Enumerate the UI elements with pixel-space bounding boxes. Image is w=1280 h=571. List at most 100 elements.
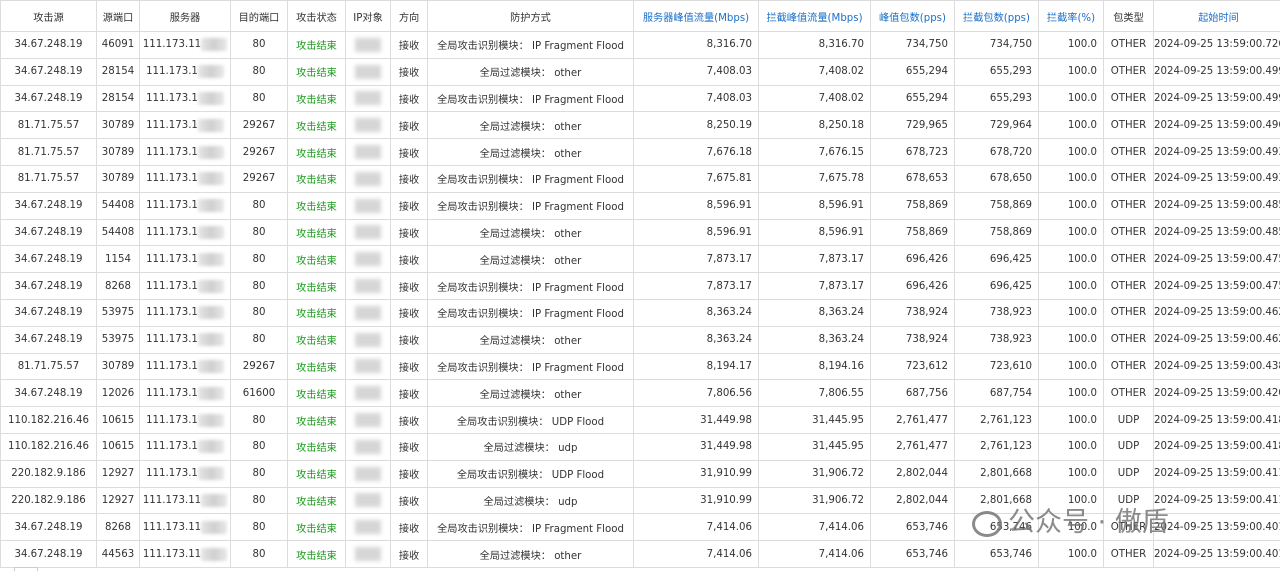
server-ip-text: 111.173.1 (146, 119, 198, 131)
table-row[interactable]: 34.67.248.19 1154 111.173.1 80 攻击结束 接收 全局过滤模块：… (0, 245, 1280, 274)
table-header-row: 攻击源 源端口 服务器 目的端口 攻击状态 IP对象 方向 防护方式 服务器峰值流量(Mbps)… (0, 0, 1280, 32)
column-header-block-pkts[interactable]: 拦截包数(pps) (954, 0, 1039, 32)
table-row[interactable]: 34.67.248.19 28154 111.173.1 80 攻击结束 接收 全局过滤模块… (0, 57, 1280, 86)
table-row[interactable]: 220.182.9.186 12927 111.173.1 80 攻击结束 接收 全局攻击识… (0, 459, 1280, 488)
cell-peak-pkts: 2,761,477 (870, 432, 955, 461)
cell-protect: 全局攻击识别模块： IP Fragment Flood (427, 298, 634, 327)
cell-status: 攻击结束 (287, 379, 346, 408)
table-row[interactable]: 81.71.75.57 30789 111.173.1 29267 攻击结束 接收 全局攻击… (0, 164, 1280, 193)
cell-block-peak: 8,363.24 (758, 298, 871, 327)
table-row[interactable]: 81.71.75.57 30789 111.173.1 29267 攻击结束 接收 全局攻击… (0, 352, 1280, 381)
table-row[interactable]: 34.67.248.19 46091 111.173.11 80 攻击结束 接收 全局攻击识… (0, 31, 1280, 59)
cell-peak-pkts: 696,426 (870, 272, 955, 300)
cell-start-time: 2024-09-25 13:59:00.475 (1153, 272, 1280, 300)
column-header-peak-pkts[interactable]: 峰值包数(pps) (870, 0, 955, 32)
cell-ip-obj (345, 31, 391, 59)
cell-dst-port: 80 (230, 406, 288, 434)
cell-server: 111.173.1 (139, 432, 231, 461)
table-row[interactable]: 34.67.248.19 28154 111.173.1 80 攻击结束 接收 全局攻击识别… (0, 84, 1280, 113)
cell-block-rate: 100.0 (1038, 218, 1104, 247)
cell-block-peak: 8,596.91 (758, 218, 871, 247)
cell-protect: 全局攻击识别模块： UDP Flood (427, 459, 634, 488)
cell-block-peak: 8,363.24 (758, 325, 871, 354)
column-header-attack-src: 攻击源 (0, 0, 97, 32)
table-row[interactable]: 34.67.248.19 44563 111.173.11 80 攻击结束 接收 全局过滤模… (0, 540, 1280, 568)
cell-attack-src: 81.71.75.57 (0, 164, 97, 193)
cell-protect: 全局攻击识别模块： IP Fragment Flood (427, 513, 634, 542)
cell-start-time: 2024-09-25 13:59:00.418 (1153, 406, 1280, 434)
cell-server-peak: 7,414.06 (633, 513, 759, 542)
cell-server-peak: 8,194.17 (633, 352, 759, 381)
cell-server-peak: 7,408.03 (633, 84, 759, 113)
server-ip-text: 111.173.1 (146, 146, 198, 158)
cell-start-time: 2024-09-25 13:59:00.493 (1153, 164, 1280, 193)
cell-ip-obj (345, 245, 391, 274)
column-header-server-peak[interactable]: 服务器峰值流量(Mbps) (633, 0, 759, 32)
cell-peak-pkts: 734,750 (870, 31, 955, 59)
cell-pkt-type: OTHER (1103, 379, 1154, 408)
cell-src-port: 54408 (96, 191, 140, 220)
table-row[interactable]: 110.182.216.46 10615 111.173.1 80 攻击结束 接收 全局过滤… (0, 432, 1280, 461)
cell-direction: 接收 (390, 406, 428, 434)
cell-protect: 全局过滤模块： other (427, 111, 634, 140)
redacted-ip-object (355, 466, 381, 481)
cell-pkt-type: OTHER (1103, 84, 1154, 113)
redacted-ip-object (355, 413, 381, 428)
cell-block-pkts: 758,869 (954, 218, 1039, 247)
cell-start-time: 2024-09-25 13:59:00.493 (1153, 138, 1280, 166)
cell-attack-src: 34.67.248.19 (0, 379, 97, 408)
cell-block-pkts: 678,650 (954, 164, 1039, 193)
server-ip-text: 111.173.11 (142, 548, 202, 560)
cell-attack-src: 34.67.248.19 (0, 57, 97, 86)
table-row[interactable]: 34.67.248.19 54408 111.173.1 80 攻击结束 接收 全局攻击识别… (0, 191, 1280, 220)
table-row[interactable]: 34.67.248.19 54408 111.173.1 80 攻击结束 接收 全局过滤模块… (0, 218, 1280, 247)
cell-attack-src: 81.71.75.57 (0, 138, 97, 166)
cell-direction: 接收 (390, 245, 428, 274)
table-row[interactable]: 34.67.248.19 12026 111.173.1 61600 攻击结束 接收 全局过… (0, 379, 1280, 408)
cell-status: 攻击结束 (287, 459, 346, 488)
column-header-block-peak[interactable]: 拦截峰值流量(Mbps) (758, 0, 871, 32)
cell-status: 攻击结束 (287, 486, 346, 515)
redacted-server-suffix (197, 172, 224, 186)
cell-server: 111.173.1 (139, 191, 231, 220)
cell-server-peak: 31,449.98 (633, 406, 759, 434)
cell-protect: 全局过滤模块： other (427, 57, 634, 86)
table-row[interactable]: 34.67.248.19 53975 111.173.1 80 攻击结束 接收 全局过滤模块… (0, 325, 1280, 354)
cell-server-peak: 8,363.24 (633, 325, 759, 354)
table-row[interactable]: 81.71.75.57 30789 111.173.1 29267 攻击结束 接收 全局过滤… (0, 138, 1280, 166)
page-size-select[interactable] (14, 567, 38, 571)
pagination-footer (0, 565, 1280, 571)
cell-server: 111.173.1 (139, 218, 231, 247)
redacted-ip-object (355, 493, 381, 508)
table-row[interactable]: 81.71.75.57 30789 111.173.1 29267 攻击结束 接收 全局过滤… (0, 111, 1280, 140)
cell-src-port: 12026 (96, 379, 140, 408)
cell-direction: 接收 (390, 31, 428, 59)
cell-server: 111.173.1 (139, 245, 231, 274)
redacted-ip-object (355, 252, 381, 267)
cell-status: 攻击结束 (287, 432, 346, 461)
column-header-block-rate[interactable]: 拦截率(%) (1038, 0, 1104, 32)
cell-pkt-type: UDP (1103, 459, 1154, 488)
cell-server: 111.173.1 (139, 57, 231, 86)
cell-attack-src: 34.67.248.19 (0, 272, 97, 300)
column-header-start-time[interactable]: 起始时间 (1153, 0, 1280, 32)
cell-pkt-type: OTHER (1103, 325, 1154, 354)
cell-pkt-type: OTHER (1103, 111, 1154, 140)
cell-status: 攻击结束 (287, 406, 346, 434)
redacted-server-suffix (197, 467, 224, 481)
cell-server-peak: 31,449.98 (633, 432, 759, 461)
table-row[interactable]: 220.182.9.186 12927 111.173.11 80 攻击结束 接收 全局过滤… (0, 486, 1280, 515)
cell-block-rate: 100.0 (1038, 298, 1104, 327)
cell-direction: 接收 (390, 138, 428, 166)
table-row[interactable]: 110.182.216.46 10615 111.173.1 80 攻击结束 接收 全局攻击… (0, 406, 1280, 434)
column-header-dst-port: 目的端口 (230, 0, 288, 32)
table-row[interactable]: 34.67.248.19 53975 111.173.1 80 攻击结束 接收 全局攻击识别… (0, 298, 1280, 327)
redacted-server-suffix (197, 252, 224, 266)
cell-server-peak: 8,363.24 (633, 298, 759, 327)
table-row[interactable]: 34.67.248.19 8268 111.173.11 80 攻击结束 接收 全局攻击识别… (0, 513, 1280, 542)
cell-server: 111.173.11 (139, 486, 231, 515)
cell-peak-pkts: 729,965 (870, 111, 955, 140)
cell-block-pkts: 655,293 (954, 84, 1039, 113)
table-row[interactable]: 34.67.248.19 8268 111.173.1 80 攻击结束 接收 全局攻击识别模… (0, 272, 1280, 300)
server-ip-text: 111.173.1 (146, 307, 198, 319)
